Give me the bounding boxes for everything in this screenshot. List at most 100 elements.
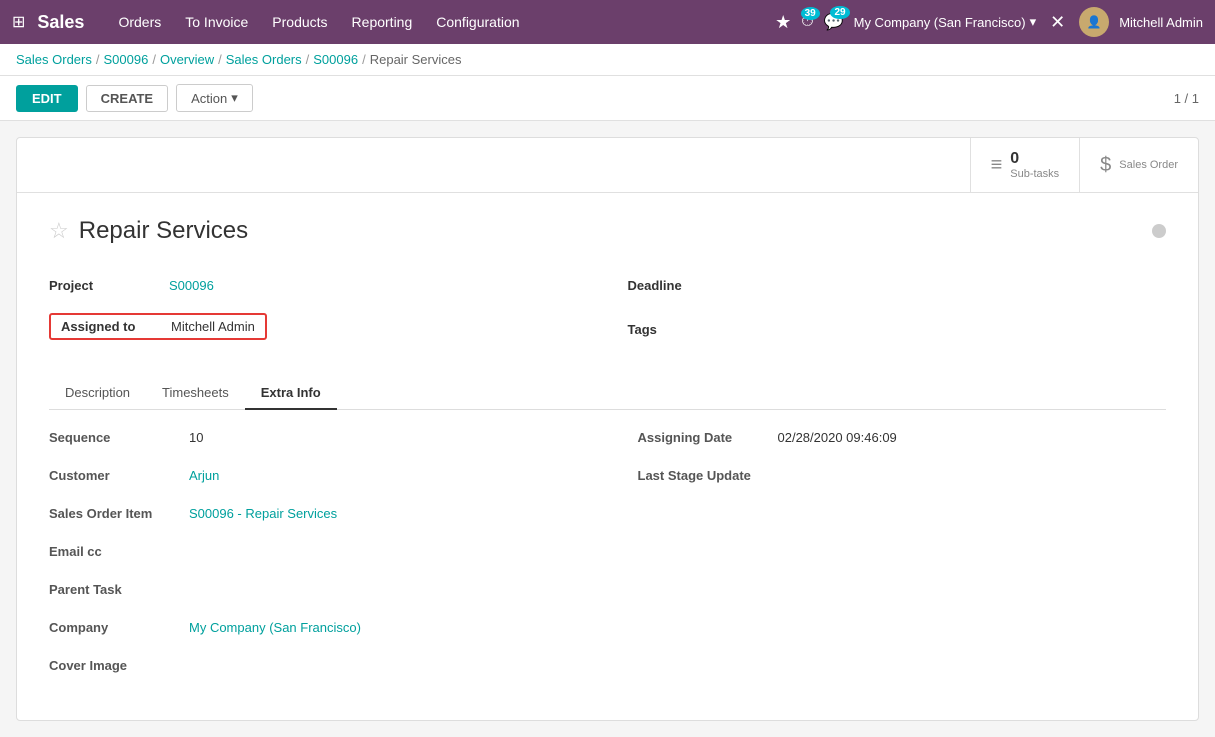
project-value[interactable]: S00096 [169, 278, 214, 293]
deadline-label: Deadline [628, 278, 748, 293]
sales-order-item-value[interactable]: S00096 - Repair Services [189, 506, 337, 521]
breadcrumb-sep5: / [362, 52, 366, 67]
favorite-icon[interactable]: ☆ [49, 218, 69, 244]
smart-buttons: ≡ 0 Sub-tasks $ Sales Order [17, 138, 1198, 193]
status-dot [1152, 224, 1166, 238]
breadcrumb-s00096-2[interactable]: S00096 [313, 52, 358, 67]
nav-menu: Orders To Invoice Products Reporting Con… [108, 8, 775, 36]
app-title: Sales [37, 12, 84, 33]
breadcrumb-sep3: / [218, 52, 222, 67]
assigned-to-row: Assigned to Mitchell Admin [49, 313, 588, 340]
chevron-down-icon: ▾ [1030, 14, 1037, 30]
parent-task-label: Parent Task [49, 582, 189, 597]
nav-reporting[interactable]: Reporting [342, 8, 423, 36]
tab-timesheets[interactable]: Timesheets [146, 377, 245, 410]
breadcrumb-overview[interactable]: Overview [160, 52, 214, 67]
sales-order-button[interactable]: $ Sales Order [1079, 138, 1198, 192]
clock-badge: 39 [801, 7, 820, 20]
tags-label: Tags [628, 322, 748, 337]
breadcrumb-s00096-1[interactable]: S00096 [104, 52, 149, 67]
company-name: My Company (San Francisco) [854, 15, 1026, 30]
assigning-date-value: 02/28/2020 09:46:09 [778, 430, 897, 445]
avatar[interactable]: 👤 [1079, 7, 1109, 37]
assigned-to-value[interactable]: Mitchell Admin [161, 315, 265, 338]
form-title: Repair Services [79, 217, 248, 245]
deadline-field: Deadline [628, 269, 1167, 301]
action-chevron-icon: ▾ [231, 90, 238, 106]
company-label: Company [49, 620, 189, 635]
chat-icon[interactable]: 💬 29 [824, 12, 844, 32]
project-field: Project S00096 [49, 269, 588, 301]
close-icon[interactable]: ✕ [1050, 12, 1065, 33]
email-cc-label: Email cc [49, 544, 189, 559]
tab-extra-info[interactable]: Extra Info [245, 377, 337, 410]
chat-badge: 29 [830, 6, 849, 19]
extra-col-left: Sequence 10 Customer Arjun Sales Order I… [49, 430, 578, 696]
breadcrumb: Sales Orders / S00096 / Overview / Sales… [0, 44, 1215, 76]
dollar-icon: $ [1100, 154, 1111, 177]
toolbar: EDIT CREATE Action ▾ 1 / 1 [0, 76, 1215, 121]
action-label: Action [191, 91, 227, 106]
assigned-to-label: Assigned to [51, 315, 161, 338]
create-button[interactable]: CREATE [86, 85, 168, 112]
sales-order-item-label: Sales Order Item [49, 506, 189, 521]
assigning-date-field: Assigning Date 02/28/2020 09:46:09 [638, 430, 1167, 458]
action-button[interactable]: Action ▾ [176, 84, 253, 112]
assigning-date-label: Assigning Date [638, 430, 778, 445]
sales-order-item-field: Sales Order Item S00096 - Repair Service… [49, 506, 578, 534]
nav-products[interactable]: Products [262, 8, 337, 36]
field-col-right: Deadline Tags [628, 269, 1167, 357]
tags-field: Tags [628, 313, 1167, 345]
edit-button[interactable]: EDIT [16, 85, 78, 112]
customer-label: Customer [49, 468, 189, 483]
fields-row: Project S00096 Assigned to Mitchell Admi… [49, 269, 1166, 357]
nav-right: ★ ⏱ 39 💬 29 My Company (San Francisco) ▾… [775, 7, 1203, 37]
form-card: ≡ 0 Sub-tasks $ Sales Order ☆ Repair Ser… [16, 137, 1199, 721]
extra-col-right: Assigning Date 02/28/2020 09:46:09 Last … [638, 430, 1167, 696]
cover-image-label: Cover Image [49, 658, 189, 673]
last-stage-update-field: Last Stage Update [638, 468, 1167, 496]
subtasks-label: Sub-tasks [1010, 168, 1059, 180]
breadcrumb-current: Repair Services [370, 52, 462, 67]
clock-icon[interactable]: ⏱ 39 [801, 13, 813, 31]
sequence-field: Sequence 10 [49, 430, 578, 458]
field-col-left: Project S00096 Assigned to Mitchell Admi… [49, 269, 588, 357]
top-navigation: ⊞ Sales Orders To Invoice Products Repor… [0, 0, 1215, 44]
subtasks-icon: ≡ [991, 154, 1003, 177]
extra-info-content: Sequence 10 Customer Arjun Sales Order I… [49, 410, 1166, 696]
subtasks-count: 0 [1010, 150, 1059, 168]
breadcrumb-sales-orders[interactable]: Sales Orders [16, 52, 92, 67]
company-value[interactable]: My Company (San Francisco) [189, 620, 361, 635]
nav-configuration[interactable]: Configuration [426, 8, 529, 36]
breadcrumb-sep1: / [96, 52, 100, 67]
main-content: ≡ 0 Sub-tasks $ Sales Order ☆ Repair Ser… [0, 121, 1215, 737]
sequence-value: 10 [189, 430, 203, 445]
extra-fields: Sequence 10 Customer Arjun Sales Order I… [49, 430, 1166, 696]
last-stage-update-label: Last Stage Update [638, 468, 778, 483]
breadcrumb-sales-orders-2[interactable]: Sales Orders [226, 52, 302, 67]
form-body: ☆ Repair Services Project S00096 Assigne… [17, 193, 1198, 720]
cover-image-field: Cover Image [49, 658, 578, 686]
tabs-row: Description Timesheets Extra Info [49, 377, 1166, 410]
star-nav-icon[interactable]: ★ [775, 12, 791, 33]
project-label: Project [49, 278, 169, 293]
nav-to-invoice[interactable]: To Invoice [175, 8, 258, 36]
subtasks-button[interactable]: ≡ 0 Sub-tasks [970, 138, 1080, 192]
company-selector[interactable]: My Company (San Francisco) ▾ [854, 14, 1036, 30]
nav-orders[interactable]: Orders [108, 8, 171, 36]
customer-value[interactable]: Arjun [189, 468, 219, 483]
record-navigation: 1 / 1 [1174, 91, 1199, 106]
customer-field: Customer Arjun [49, 468, 578, 496]
user-name: Mitchell Admin [1119, 15, 1203, 30]
breadcrumb-sep4: / [306, 52, 310, 67]
sequence-label: Sequence [49, 430, 189, 445]
sales-order-label: Sales Order [1119, 159, 1178, 171]
title-row: ☆ Repair Services [49, 217, 1166, 245]
company-field: Company My Company (San Francisco) [49, 620, 578, 648]
breadcrumb-sep2: / [152, 52, 156, 67]
grid-icon[interactable]: ⊞ [12, 12, 25, 32]
parent-task-field: Parent Task [49, 582, 578, 610]
assigned-to-box: Assigned to Mitchell Admin [49, 313, 267, 340]
tab-description[interactable]: Description [49, 377, 146, 410]
email-cc-field: Email cc [49, 544, 578, 572]
